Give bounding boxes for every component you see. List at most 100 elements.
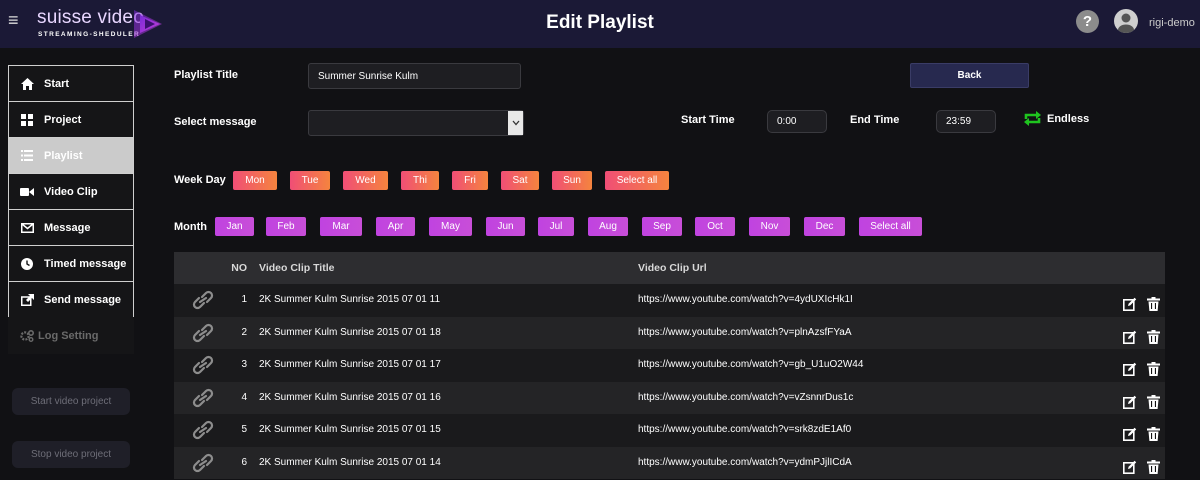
edit-icon[interactable] bbox=[1123, 326, 1137, 344]
weekday-chip-sat[interactable]: Sat bbox=[501, 171, 539, 190]
sidebar-item-label: Log Setting bbox=[38, 329, 99, 342]
sidebar-item-label: Start bbox=[44, 77, 70, 90]
user-avatar-icon[interactable] bbox=[1114, 9, 1138, 33]
table-row[interactable]: 6 2K Summer Kulm Sunrise 2015 07 01 14 htt… bbox=[174, 446, 1165, 479]
share-icon bbox=[20, 293, 34, 307]
weekday-chip-sun[interactable]: Sun bbox=[552, 171, 592, 190]
trash-icon[interactable] bbox=[1147, 456, 1161, 474]
table-row[interactable]: 3 2K Summer Kulm Sunrise 2015 07 01 17 htt… bbox=[174, 349, 1165, 382]
back-button[interactable]: Back bbox=[910, 63, 1029, 88]
month-chip-dec[interactable]: Dec bbox=[804, 217, 845, 236]
table-row[interactable]: 4 2K Summer Kulm Sunrise 2015 07 01 16 htt… bbox=[174, 381, 1165, 414]
edit-icon[interactable] bbox=[1123, 358, 1137, 376]
start-time-input[interactable] bbox=[767, 110, 827, 133]
weekday-chip-thi[interactable]: Thi bbox=[401, 171, 439, 190]
trash-icon[interactable] bbox=[1147, 293, 1161, 311]
month-chip-apr[interactable]: Apr bbox=[376, 217, 415, 236]
edit-icon[interactable] bbox=[1123, 423, 1137, 441]
home-icon bbox=[20, 77, 34, 91]
link-icon[interactable] bbox=[190, 321, 216, 345]
select-message-dropdown[interactable] bbox=[308, 110, 524, 136]
weekday-chip-wed[interactable]: Wed bbox=[343, 171, 388, 190]
table-header: NO Video Clip Title Video Clip Url bbox=[174, 252, 1165, 284]
trash-icon[interactable] bbox=[1147, 423, 1161, 441]
weekday-chip-mon[interactable]: Mon bbox=[233, 171, 277, 190]
stop-video-project-button[interactable]: Stop video project bbox=[12, 441, 130, 468]
sidebar-item-label: Video Clip bbox=[44, 185, 98, 198]
month-chip-nov[interactable]: Nov bbox=[749, 217, 790, 236]
trash-icon[interactable] bbox=[1147, 358, 1161, 376]
row-number: 6 bbox=[241, 456, 247, 468]
month-chip-aug[interactable]: Aug bbox=[588, 217, 628, 236]
sidebar-item-send-message[interactable]: Send message bbox=[8, 281, 134, 318]
month-chip-mar[interactable]: Mar bbox=[320, 217, 362, 236]
edit-icon[interactable] bbox=[1123, 391, 1137, 409]
month-chip-oct[interactable]: Oct bbox=[695, 217, 735, 236]
playlist-title-input[interactable] bbox=[308, 63, 521, 89]
end-time-label: End Time bbox=[850, 114, 900, 126]
column-header-no: NO bbox=[231, 262, 247, 274]
row-clip-url[interactable]: https://www.youtube.com/watch?v=gb_U1uO2… bbox=[638, 349, 863, 381]
weekday-chip-fri[interactable]: Fri bbox=[452, 171, 488, 190]
month-chip-sep[interactable]: Sep bbox=[642, 217, 682, 236]
sidebar-item-label: Timed message bbox=[44, 257, 127, 270]
sidebar-item-log-setting[interactable]: Log Setting bbox=[8, 317, 134, 354]
sidebar-item-label: Send message bbox=[44, 293, 122, 306]
trash-icon[interactable] bbox=[1147, 391, 1161, 409]
month-select-all-button[interactable]: Select all bbox=[859, 217, 922, 236]
table-row[interactable]: 2 2K Summer Kulm Sunrise 2015 07 01 18 htt… bbox=[174, 316, 1165, 349]
month-chip-jun[interactable]: Jun bbox=[486, 217, 525, 236]
sidebar-item-message[interactable]: Message bbox=[8, 209, 134, 246]
start-video-project-button[interactable]: Start video project bbox=[12, 388, 130, 415]
row-number: 2 bbox=[241, 326, 247, 338]
video-icon bbox=[20, 185, 34, 199]
clip-table: NO Video Clip Title Video Clip Url 1 2K S… bbox=[174, 252, 1165, 479]
endless-label: Endless bbox=[1047, 112, 1090, 125]
link-icon[interactable] bbox=[190, 451, 216, 475]
link-icon[interactable] bbox=[190, 353, 216, 377]
end-time-input[interactable] bbox=[936, 110, 996, 133]
link-icon[interactable] bbox=[190, 288, 216, 312]
month-chip-jul[interactable]: Jul bbox=[538, 217, 574, 236]
weekday-chip-tue[interactable]: Tue bbox=[290, 171, 330, 190]
help-button[interactable]: ? bbox=[1076, 10, 1099, 33]
table-row[interactable]: 1 2K Summer Kulm Sunrise 2015 07 01 11 htt… bbox=[174, 284, 1165, 317]
sidebar-item-start[interactable]: Start bbox=[8, 65, 134, 102]
month-chip-jan[interactable]: Jan bbox=[215, 217, 254, 236]
envelope-icon bbox=[20, 221, 34, 235]
sidebar-item-project[interactable]: Project bbox=[8, 101, 134, 138]
grid-icon bbox=[20, 113, 34, 127]
sidebar-item-label: Playlist bbox=[44, 149, 83, 162]
edit-icon[interactable] bbox=[1123, 456, 1137, 474]
edit-icon[interactable] bbox=[1123, 293, 1137, 311]
link-icon[interactable] bbox=[190, 418, 216, 442]
link-icon[interactable] bbox=[190, 386, 216, 410]
app-header: ≡ suisse video STREAMING-SHEDULER Edit P… bbox=[0, 0, 1200, 48]
month-chip-feb[interactable]: Feb bbox=[266, 217, 306, 236]
row-clip-url[interactable]: https://www.youtube.com/watch?v=ydmPJjlI… bbox=[638, 447, 852, 479]
sidebar-item-video-clip[interactable]: Video Clip bbox=[8, 173, 134, 210]
sidebar-item-timed-message[interactable]: Timed message bbox=[8, 245, 134, 282]
trash-icon[interactable] bbox=[1147, 326, 1161, 344]
chevron-down-icon[interactable] bbox=[508, 111, 523, 135]
row-clip-url[interactable]: https://www.youtube.com/watch?v=vZsnnrDu… bbox=[638, 382, 853, 414]
sidebar-item-playlist[interactable]: Playlist bbox=[8, 137, 134, 174]
row-clip-url[interactable]: https://www.youtube.com/watch?v=plnAzsfF… bbox=[638, 317, 852, 349]
month-chip-may[interactable]: May bbox=[429, 217, 472, 236]
month-label: Month bbox=[174, 221, 207, 233]
weekday-select-all-button[interactable]: Select all bbox=[605, 171, 669, 190]
row-clip-url[interactable]: https://www.youtube.com/watch?v=srk8zdE1… bbox=[638, 414, 851, 446]
week-day-label: Week Day bbox=[174, 174, 226, 186]
row-clip-url[interactable]: https://www.youtube.com/watch?v=4ydUXIcH… bbox=[638, 284, 853, 316]
row-clip-title: 2K Summer Kulm Sunrise 2015 07 01 15 bbox=[259, 424, 441, 435]
endless-toggle[interactable]: Endless bbox=[1023, 111, 1089, 126]
table-row[interactable]: 5 2K Summer Kulm Sunrise 2015 07 01 15 htt… bbox=[174, 414, 1165, 447]
row-clip-title: 2K Summer Kulm Sunrise 2015 07 01 11 bbox=[259, 294, 441, 305]
row-number: 4 bbox=[241, 391, 247, 403]
row-number: 5 bbox=[241, 424, 247, 435]
gears-icon bbox=[20, 329, 34, 343]
list-icon bbox=[20, 149, 34, 163]
column-header-title: Video Clip Title bbox=[259, 262, 335, 274]
user-name[interactable]: rigi-demo bbox=[1149, 17, 1195, 29]
start-time-label: Start Time bbox=[681, 114, 735, 126]
